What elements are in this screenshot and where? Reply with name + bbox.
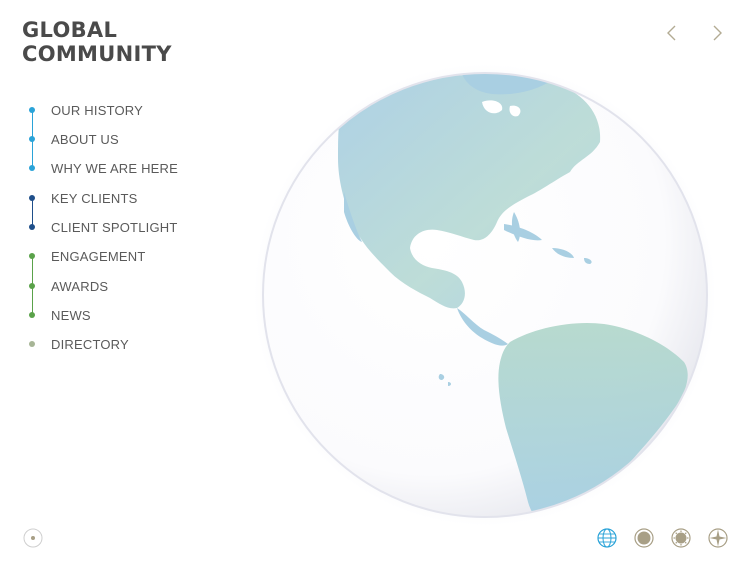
compass-view-button[interactable]: [707, 527, 729, 549]
sun-icon: [671, 528, 691, 548]
planet-view-button[interactable]: [633, 527, 655, 549]
nav-dot: [29, 136, 35, 142]
circle-icon: [634, 528, 654, 548]
nav-dot: [29, 224, 35, 230]
title-line-1: GLOBAL: [22, 18, 118, 42]
globe-view-button[interactable]: [596, 527, 618, 549]
prev-button[interactable]: [661, 22, 683, 44]
nav-dot: [29, 312, 35, 318]
nav-item-label: KEY CLIENTS: [51, 191, 138, 206]
nav-item-client-spotlight[interactable]: CLIENT SPOTLIGHT: [0, 213, 220, 242]
chevron-right-icon: [713, 25, 722, 41]
nav-item-label: ABOUT US: [51, 132, 119, 147]
nav-dot: [29, 341, 35, 347]
nav-dot: [29, 195, 35, 201]
nav-dot: [29, 253, 35, 259]
nav-item-label: NEWS: [51, 308, 91, 323]
page-title: GLOBAL COMMUNITY: [22, 18, 172, 66]
nav-item-awards[interactable]: AWARDS: [0, 272, 220, 301]
nav-item-why-we-are-here[interactable]: WHY WE ARE HERE: [0, 154, 220, 183]
nav-item-label: WHY WE ARE HERE: [51, 161, 179, 176]
compass-icon: [708, 528, 728, 548]
nav-item-label: CLIENT SPOTLIGHT: [51, 220, 178, 235]
globe-icon: [597, 528, 617, 548]
title-line-2: COMMUNITY: [22, 42, 172, 66]
nav-item-label: OUR HISTORY: [51, 103, 144, 118]
globe-illustration[interactable]: [252, 62, 718, 528]
nav-dot: [29, 283, 35, 289]
nav-item-about-us[interactable]: ABOUT US: [0, 125, 220, 154]
globe-graphic: [252, 62, 718, 528]
nav-item-engagement[interactable]: ENGAGEMENT: [0, 242, 220, 271]
nav-dot: [29, 165, 35, 171]
nav-item-key-clients[interactable]: KEY CLIENTS: [0, 184, 220, 213]
home-button[interactable]: [22, 527, 44, 549]
nav-item-label: AWARDS: [51, 279, 109, 294]
dot-circle-icon: [23, 528, 43, 548]
nav-item-label: DIRECTORY: [51, 337, 129, 352]
nav-item-directory[interactable]: DIRECTORY: [0, 330, 220, 359]
nav-item-label: ENGAGEMENT: [51, 249, 146, 264]
nav-item-our-history[interactable]: OUR HISTORY: [0, 96, 220, 125]
sun-view-button[interactable]: [670, 527, 692, 549]
chevron-left-icon: [667, 25, 676, 41]
nav-item-news[interactable]: NEWS: [0, 301, 220, 330]
next-button[interactable]: [706, 22, 728, 44]
nav-dot: [29, 107, 35, 113]
